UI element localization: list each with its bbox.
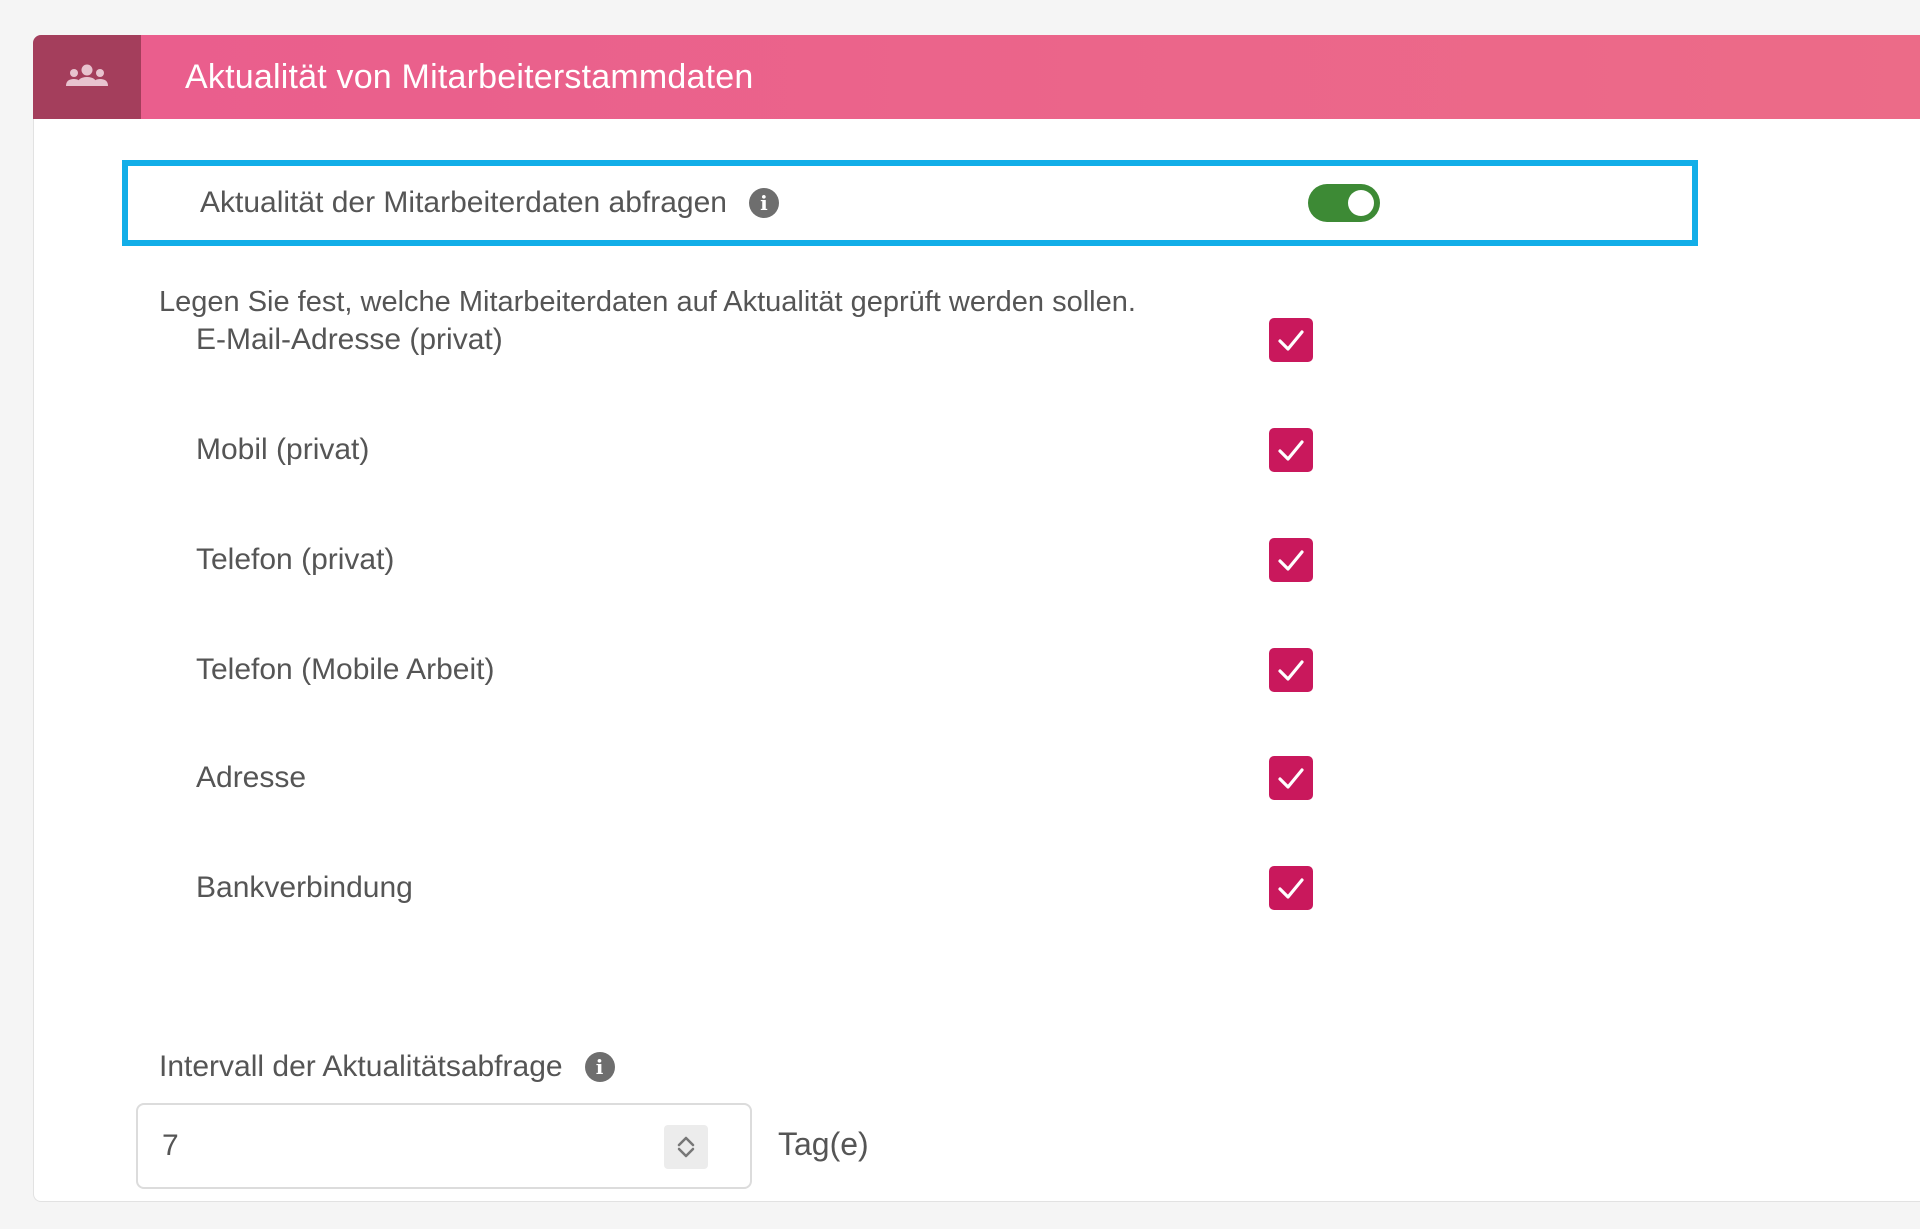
interval-unit: Tag(e) [778,1126,869,1162]
field-row: Mobil (privat) [196,425,1366,475]
toggle-knob [1348,190,1374,216]
checkmark-icon [1278,550,1304,571]
panel-title: Aktualität von Mitarbeiterstammdaten [185,57,754,96]
field-checkbox[interactable] [1269,756,1313,800]
checkmark-icon [1278,330,1304,351]
field-row: Adresse [196,753,1366,803]
field-checkbox[interactable] [1269,538,1313,582]
interval-label: Intervall der Aktualitätsabfrage [159,1050,563,1083]
field-label: Bankverbindung [196,871,413,904]
interval-number-input[interactable]: 7 [136,1103,752,1189]
toggle-label-group: Aktualität der Mitarbeiterdaten abfragen… [200,186,779,220]
field-label: E-Mail-Adresse (privat) [196,323,503,356]
field-row: Bankverbindung [196,863,1366,913]
panel-header-bar: Aktualität von Mitarbeiterstammdaten [141,35,1920,119]
chevron-up-icon[interactable] [676,1135,696,1147]
checkmark-icon [1278,440,1304,461]
field-checkbox[interactable] [1269,318,1313,362]
field-checkbox[interactable] [1269,428,1313,472]
toggle-row-highlight: Aktualität der Mitarbeiterdaten abfragen… [122,160,1698,246]
query-toggle-switch[interactable] [1308,184,1380,222]
users-group-icon [66,64,108,86]
interval-value: 7 [162,1129,179,1162]
chevron-down-icon[interactable] [676,1147,696,1159]
settings-card: Aktualität von Mitarbeiterstammdaten Akt… [33,35,1920,1202]
field-checkbox[interactable] [1269,648,1313,692]
info-icon[interactable]: i [748,188,779,218]
toggle-label: Aktualität der Mitarbeiterdaten abfragen [200,186,727,219]
field-label: Telefon (privat) [196,543,395,576]
field-row: E-Mail-Adresse (privat) [196,315,1366,365]
panel-header-icon-box [33,35,141,119]
field-label: Telefon (Mobile Arbeit) [196,653,495,686]
field-checkbox[interactable] [1269,866,1313,910]
field-label: Adresse [196,761,307,794]
checkmark-icon [1278,660,1304,681]
panel-header: Aktualität von Mitarbeiterstammdaten [33,35,1920,119]
info-icon[interactable]: i [584,1052,615,1082]
interval-label-group: Intervall der Aktualitätsabfrage i [159,1050,615,1084]
checkmark-icon [1278,768,1304,789]
checkmark-icon [1278,878,1304,899]
field-row: Telefon (Mobile Arbeit) [196,645,1366,695]
field-row: Telefon (privat) [196,535,1366,585]
field-label: Mobil (privat) [196,433,370,466]
interval-stepper[interactable] [664,1125,708,1169]
